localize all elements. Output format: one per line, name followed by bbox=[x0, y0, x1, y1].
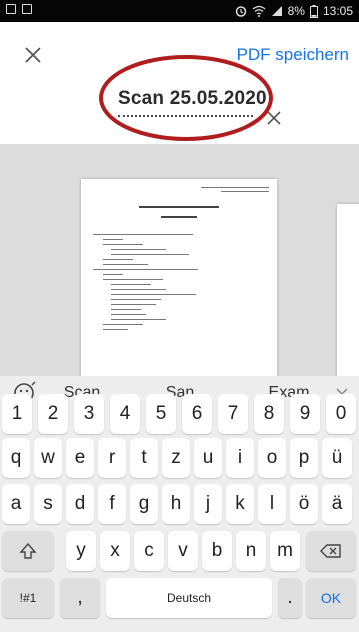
key-k[interactable]: k bbox=[226, 484, 254, 524]
key-i[interactable]: i bbox=[226, 438, 254, 478]
key-z[interactable]: z bbox=[162, 438, 190, 478]
scan-preview-area[interactable] bbox=[0, 144, 359, 376]
key-oe[interactable]: ö bbox=[290, 484, 318, 524]
key-d[interactable]: d bbox=[66, 484, 94, 524]
key-u[interactable]: u bbox=[194, 438, 222, 478]
battery-icon bbox=[309, 4, 318, 18]
key-5[interactable]: 5 bbox=[146, 394, 176, 434]
status-right: 8% 13:05 bbox=[235, 4, 353, 18]
key-r[interactable]: r bbox=[98, 438, 126, 478]
key-l[interactable]: l bbox=[258, 484, 286, 524]
key-w[interactable]: w bbox=[34, 438, 62, 478]
alarm-icon bbox=[235, 6, 246, 17]
ok-key[interactable]: OK bbox=[306, 578, 356, 618]
key-8[interactable]: 8 bbox=[254, 394, 284, 434]
key-ae[interactable]: ä bbox=[322, 484, 352, 524]
symbols-key[interactable]: !#1 bbox=[2, 578, 54, 618]
key-t[interactable]: t bbox=[130, 438, 158, 478]
shift-icon bbox=[19, 542, 37, 559]
key-3[interactable]: 3 bbox=[74, 394, 104, 434]
key-x[interactable]: x bbox=[100, 531, 130, 571]
key-v[interactable]: v bbox=[168, 531, 198, 571]
next-page-thumbnail[interactable] bbox=[337, 204, 359, 376]
key-g[interactable]: g bbox=[130, 484, 158, 524]
key-2[interactable]: 2 bbox=[38, 394, 68, 434]
key-0[interactable]: 0 bbox=[326, 394, 356, 434]
key-j[interactable]: j bbox=[194, 484, 222, 524]
key-a[interactable]: a bbox=[2, 484, 30, 524]
battery-percent: 8% bbox=[287, 4, 305, 18]
key-4[interactable]: 4 bbox=[110, 394, 140, 434]
clock: 13:05 bbox=[322, 4, 353, 18]
scanned-page-thumbnail[interactable] bbox=[81, 179, 277, 376]
key-m[interactable]: m bbox=[270, 531, 300, 571]
clipboard-notification-icon bbox=[22, 4, 32, 14]
shift-key[interactable] bbox=[2, 531, 54, 571]
backspace-key[interactable] bbox=[306, 531, 356, 571]
key-q[interactable]: q bbox=[2, 438, 30, 478]
key-y[interactable]: y bbox=[66, 531, 96, 571]
key-7[interactable]: 7 bbox=[218, 394, 248, 434]
red-annotation-ellipse bbox=[99, 55, 273, 141]
key-1[interactable]: 1 bbox=[2, 394, 32, 434]
comma-key[interactable]: , bbox=[60, 578, 100, 618]
app-bar: PDF speichern Scan 25.05.2020 bbox=[0, 22, 359, 144]
period-key[interactable]: . bbox=[278, 578, 302, 618]
wifi-icon bbox=[252, 5, 266, 17]
key-o[interactable]: o bbox=[258, 438, 286, 478]
status-left bbox=[6, 4, 32, 14]
signal-icon bbox=[271, 6, 282, 16]
key-c[interactable]: c bbox=[134, 531, 164, 571]
gallery-notification-icon bbox=[6, 4, 16, 14]
key-p[interactable]: p bbox=[290, 438, 318, 478]
key-6[interactable]: 6 bbox=[182, 394, 212, 434]
key-h[interactable]: h bbox=[162, 484, 190, 524]
key-9[interactable]: 9 bbox=[290, 394, 320, 434]
key-s[interactable]: s bbox=[34, 484, 62, 524]
key-e[interactable]: e bbox=[66, 438, 94, 478]
status-bar: 8% 13:05 bbox=[0, 0, 359, 22]
key-n[interactable]: n bbox=[236, 531, 266, 571]
backspace-icon bbox=[320, 544, 341, 558]
space-key[interactable]: Deutsch bbox=[106, 578, 272, 618]
key-f[interactable]: f bbox=[98, 484, 126, 524]
key-b[interactable]: b bbox=[202, 531, 232, 571]
keyboard: Scan San Exam 1 2 3 4 5 6 7 8 9 0 q w e … bbox=[0, 376, 359, 632]
key-ue[interactable]: ü bbox=[322, 438, 352, 478]
